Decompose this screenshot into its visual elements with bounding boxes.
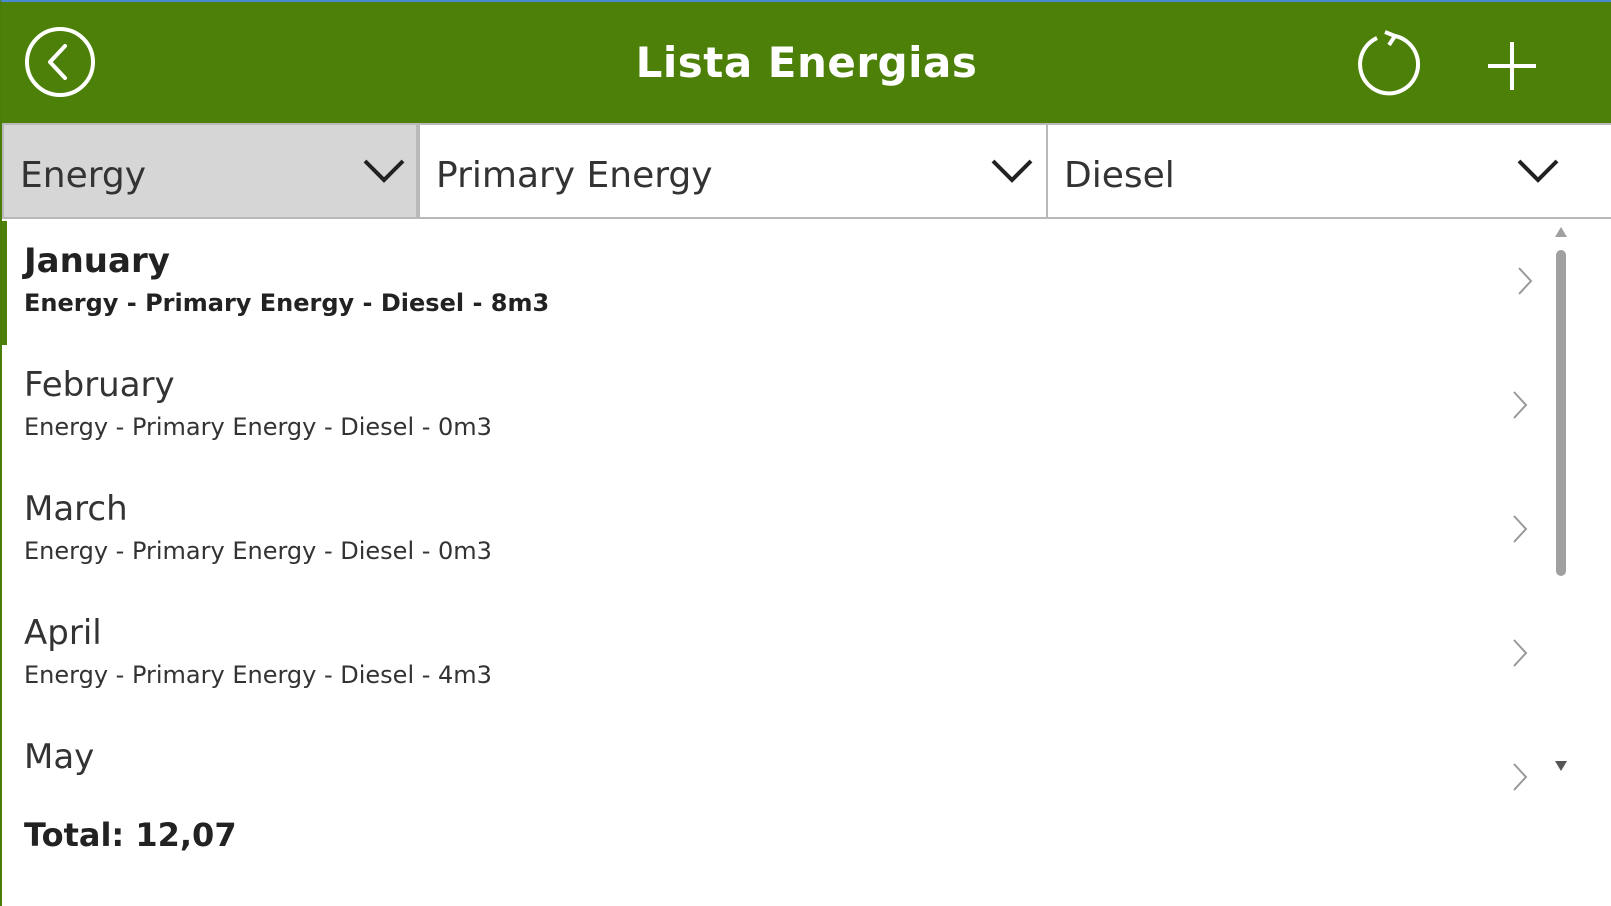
list-item-month: March bbox=[24, 489, 128, 529]
scroll-down-arrow-icon[interactable] bbox=[1554, 760, 1568, 772]
list-item-detail: Energy - Primary Energy - Diesel - 0m3 bbox=[24, 413, 492, 441]
list-item[interactable]: February Energy - Primary Energy - Diese… bbox=[2, 345, 1552, 469]
total-label: Total: 12,07 bbox=[24, 816, 237, 854]
list-item-detail: Energy - Primary Energy - Diesel - 0m3 bbox=[24, 537, 492, 565]
list-item[interactable]: May bbox=[2, 717, 1552, 791]
chevron-right-icon bbox=[1513, 391, 1528, 419]
list-item-month: February bbox=[24, 365, 175, 405]
energy-type-dropdown-value: Primary Energy bbox=[436, 155, 713, 196]
list-item-month: April bbox=[24, 613, 102, 653]
category-dropdown[interactable]: Energy bbox=[2, 123, 418, 219]
chevron-right-icon bbox=[1518, 267, 1533, 295]
filter-bar: Energy Primary Energy Diesel bbox=[2, 123, 1611, 221]
list-item-month: May bbox=[24, 737, 95, 777]
category-dropdown-value: Energy bbox=[20, 155, 147, 196]
energy-list: January Energy - Primary Energy - Diesel… bbox=[2, 221, 1552, 791]
scroll-up-arrow-icon[interactable] bbox=[1554, 226, 1568, 238]
energy-source-dropdown-value: Diesel bbox=[1064, 155, 1175, 196]
header-bar: Lista Energias bbox=[2, 2, 1611, 123]
list-item[interactable]: April Energy - Primary Energy - Diesel -… bbox=[2, 593, 1552, 717]
list-item[interactable]: March Energy - Primary Energy - Diesel -… bbox=[2, 469, 1552, 593]
scrollbar-thumb[interactable] bbox=[1556, 250, 1566, 576]
chevron-right-icon bbox=[1513, 639, 1528, 667]
chevron-right-icon bbox=[1513, 515, 1528, 543]
chevron-down-icon bbox=[991, 159, 1033, 183]
chevron-down-icon bbox=[1517, 159, 1559, 183]
list-item-detail: Energy - Primary Energy - Diesel - 8m3 bbox=[24, 289, 550, 317]
chevron-down-icon bbox=[363, 159, 405, 183]
list-item-month: January bbox=[24, 241, 170, 281]
list-scrollbar[interactable] bbox=[1551, 224, 1571, 780]
energy-type-dropdown[interactable]: Primary Energy bbox=[418, 123, 1048, 219]
list-item-detail: Energy - Primary Energy - Diesel - 4m3 bbox=[24, 661, 492, 689]
energy-source-dropdown[interactable]: Diesel bbox=[1046, 123, 1611, 219]
list-item[interactable]: January Energy - Primary Energy - Diesel… bbox=[2, 221, 1552, 345]
app-window: Lista Energias Energy Primary Energy Die… bbox=[0, 0, 1611, 906]
plus-icon[interactable] bbox=[1484, 38, 1540, 94]
chevron-right-icon bbox=[1513, 763, 1528, 791]
refresh-icon[interactable] bbox=[1355, 30, 1423, 98]
